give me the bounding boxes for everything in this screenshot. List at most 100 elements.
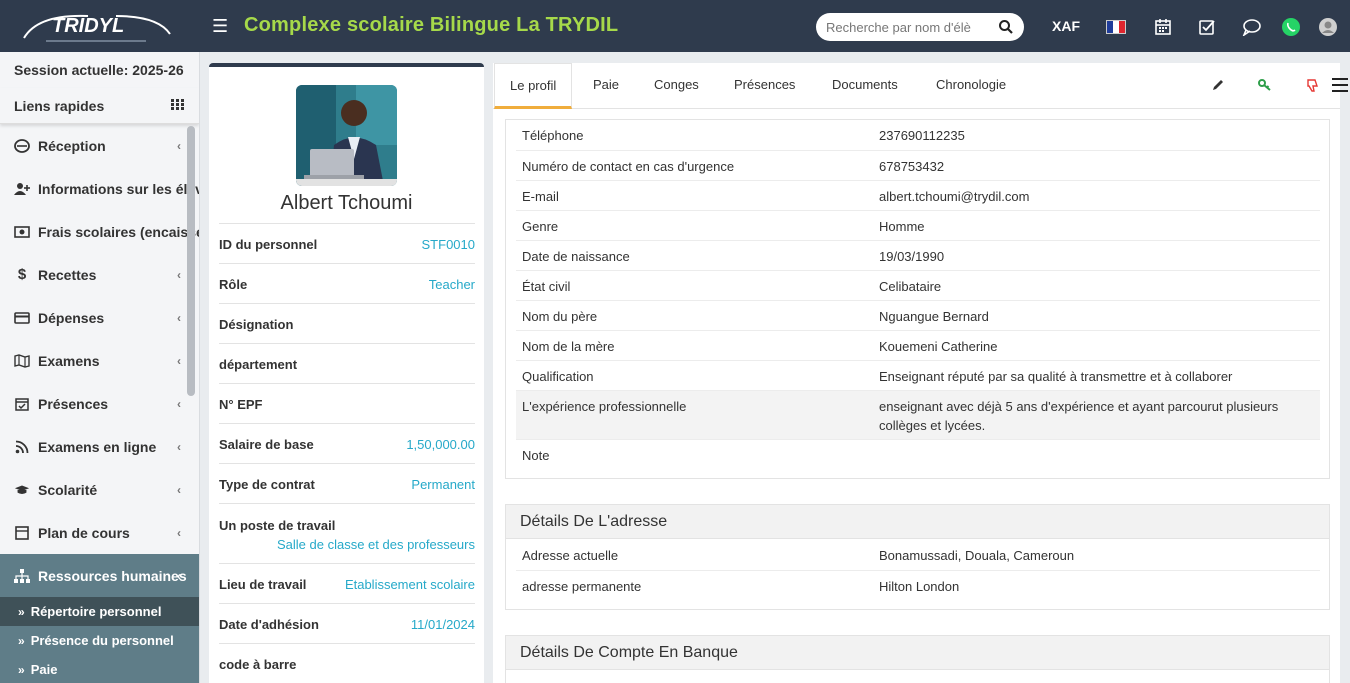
sidebar-subitem-label: Paie [30,662,58,677]
address-title: Détails De L'adresse [506,505,1329,539]
currency-selector[interactable]: XAF [1052,18,1080,34]
address-box: Détails De L'adresse Adresse actuelle Bo… [505,504,1330,610]
grid-icon[interactable] [171,98,185,114]
sidebar-item-fees[interactable]: Frais scolaires (encaissement) [0,210,199,253]
map-icon [14,353,30,369]
detail-value: albert.tchoumi@trydil.com [879,189,1030,204]
profile-row: Date d'adhésion 11/01/2024 [219,603,475,643]
detail-row: État civil Celibataire [516,270,1320,300]
school-logo[interactable]: TRIDYL [0,0,200,52]
sidebar: Session actuelle: 2025-26 Liens rapides … [0,52,200,683]
quick-links[interactable]: Liens rapides [0,88,199,124]
sidebar-item-income[interactable]: $ Recettes ‹ [0,253,199,296]
detail-row: Adresse actuelle Bonamussadi, Douala, Ca… [516,540,1320,570]
calendar-icon[interactable] [1153,17,1173,37]
language-flag-icon[interactable] [1106,20,1126,34]
profile-row-label: Salaire de base [219,437,314,452]
sidebar-item-attendance[interactable]: Présences ‹ [0,382,199,425]
profile-row: ID du personnel STF0010 [219,223,475,263]
profile-row-label: Rôle [219,277,248,292]
chat-bubble-icon[interactable] [1242,17,1262,37]
tab-timeline[interactable]: Chronologie [936,63,1006,109]
personal-details-box: Téléphone 237690112235 Numéro de contact… [505,119,1330,479]
sidebar-item-label: Examens en ligne [38,438,157,455]
detail-label: Nom de la mère [522,339,615,354]
sitemap-icon [14,568,30,584]
search-icon[interactable] [998,19,1014,35]
chevron-left-icon: ‹ [177,439,181,454]
profile-row: Un poste de travail Salle de classe et d… [219,503,475,563]
tab-payroll[interactable]: Paie [593,63,619,109]
detail-value: Kouemeni Catherine [879,339,998,354]
tab-attendance[interactable]: Présences [734,63,795,109]
sidebar-item-human-resources[interactable]: Ressources humaines ‹ [0,554,199,597]
whatsapp-icon[interactable] [1281,17,1301,37]
detail-value: enseignant avec déjà 5 ans d'expérience … [879,399,1279,433]
tab-documents[interactable]: Documents [832,63,898,109]
sidebar-subitem-label: Répertoire personnel [30,604,162,619]
sidebar-subitem-label: Présence du personnel [30,633,174,648]
detail-label: Nom du père [522,309,598,324]
search-input[interactable] [826,19,986,35]
sidebar-item-label: Scolarité [38,481,98,498]
detail-row: Téléphone 237690112235 [516,120,1320,150]
calendar-check-icon [14,396,30,412]
detail-row: L'expérience professionnelle enseignant … [516,390,1320,439]
quick-links-label: Liens rapides [14,97,105,114]
detail-row: adresse permanente Hilton London [516,570,1320,600]
detail-label: Date de naissance [522,249,630,264]
sidebar-item-label: Ressources humaines [38,567,187,584]
task-check-icon[interactable] [1197,17,1217,37]
sidebar-item-expenses[interactable]: Dépenses ‹ [0,296,199,339]
detail-value: Hilton London [879,579,960,594]
sidebar-scrollbar[interactable] [187,126,195,396]
hamburger-menu-icon[interactable] [1332,78,1348,92]
detail-value: 678753432 [879,159,945,174]
tab-leave[interactable]: Conges [654,63,699,109]
sidebar-item-reception[interactable]: Réception ‹ [0,124,199,167]
profile-card: Albert Tchoumi ID du personnel STF0010 R… [209,63,484,683]
sidebar-item-label: Dépenses [38,309,105,326]
sidebar-item-exams[interactable]: Examens ‹ [0,339,199,382]
tab-profile[interactable]: Le profil [494,63,573,109]
detail-label: Note [522,448,550,463]
reception-icon [14,138,30,154]
profile-row: département [219,343,475,383]
profile-row-value[interactable]: STF0010 [422,237,475,252]
menu-toggle-icon[interactable]: ☰ [212,17,228,35]
credit-card-icon [14,310,30,326]
detail-row: Date de naissance 19/03/1990 [516,240,1320,270]
profile-row-label: code à barre [219,657,297,672]
profile-row-value: Salle de classe et des professeurs [277,537,475,552]
add-user-icon [14,181,30,197]
chevron-down-icon: ‹ [177,568,181,583]
thumbs-down-icon[interactable] [1305,77,1321,93]
profile-row-value[interactable]: Teacher [429,277,475,292]
profile-row-value: Permanent [411,477,475,492]
staff-name: Albert Tchoumi [280,192,413,214]
detail-value: Nguangue Bernard [879,309,989,324]
profile-row-value: 1,50,000.00 [406,437,475,452]
user-avatar-icon[interactable] [1318,17,1338,37]
staff-photo [296,85,397,186]
sidebar-item-lesson-plan[interactable]: Plan de cours ‹ [0,511,199,554]
profile-row-value: 11/01/2024 [410,617,475,632]
sidebar-subitem-payroll[interactable]: » Paie [0,655,199,683]
key-icon[interactable] [1257,77,1273,93]
detail-value: Enseignant réputé par sa qualité à trans… [879,369,1233,384]
sidebar-item-label: Examens [38,352,100,369]
sidebar-subitem-staff-attendance[interactable]: » Présence du personnel [0,626,199,655]
sidebar-item-online-exams[interactable]: Examens en ligne ‹ [0,425,199,468]
sidebar-subitem-staff-directory[interactable]: » Répertoire personnel [0,597,199,626]
sidebar-item-students[interactable]: Informations sur les élèves [0,167,199,210]
detail-label: E-mail [522,189,559,204]
search-box[interactable] [816,13,1024,41]
sidebar-item-label: Frais scolaires (encaissement) [38,223,199,240]
session-label: Session actuelle: 2025-26 [0,52,199,88]
main-panel: Le profil Paie Conges Présences Document… [493,63,1340,683]
edit-pencil-icon[interactable] [1210,77,1226,93]
profile-row: N° EPF [219,383,475,423]
profile-row: Désignation [219,303,475,343]
profile-tabs: Le profil Paie Conges Présences Document… [493,63,1340,109]
sidebar-item-schooling[interactable]: Scolarité ‹ [0,468,199,511]
